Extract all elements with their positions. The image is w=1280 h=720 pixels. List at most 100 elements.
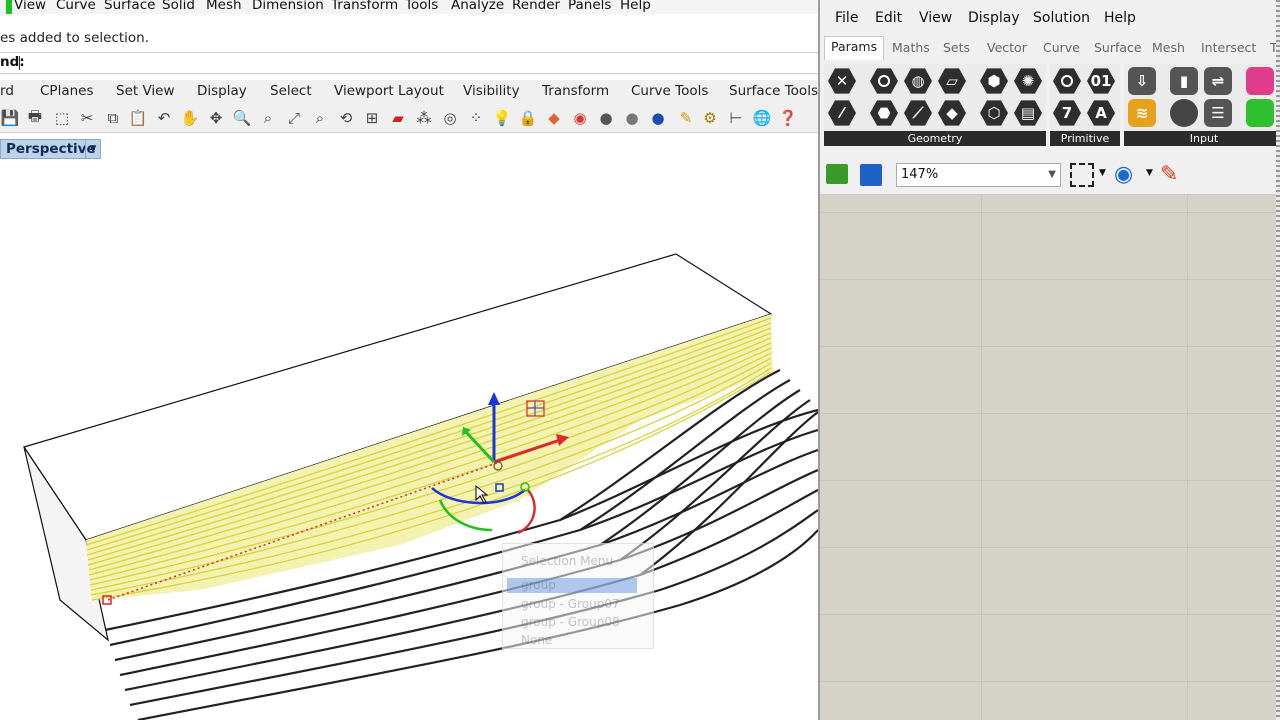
sketch-pen-icon[interactable]: ✎	[1160, 162, 1178, 187]
tab-curve-tools[interactable]: Curve Tools	[631, 83, 708, 99]
tab-vector[interactable]: Vector	[987, 40, 1027, 55]
tab-mesh[interactable]: Mesh	[1152, 40, 1185, 55]
gh-menu-file[interactable]: File	[835, 10, 858, 26]
gh-menu-edit[interactable]: Edit	[875, 10, 902, 26]
tab-surface[interactable]: Surface	[1094, 40, 1142, 55]
chevron-down-icon[interactable]: ▼	[1146, 168, 1153, 178]
tab-curve[interactable]: Curve	[1043, 40, 1080, 55]
chevron-down-icon[interactable]: ▼	[1099, 168, 1106, 178]
context-menu-item[interactable]: group - Group07	[521, 597, 620, 611]
tab-maths[interactable]: Maths	[892, 40, 930, 55]
globe-icon[interactable]: 🌐	[752, 108, 772, 128]
move-view-icon[interactable]: ✥	[206, 108, 226, 128]
param-surface-icon[interactable]: ▱	[938, 68, 966, 94]
four-viewports-icon[interactable]: ⊞	[362, 108, 382, 128]
tab-standard[interactable]: rd	[0, 83, 14, 99]
param-vector-icon[interactable]: ◆	[938, 100, 966, 126]
selection-context-menu[interactable]: Selection Menu group group - Group07 gro…	[502, 543, 654, 649]
points-icon[interactable]: ⁘	[466, 108, 486, 128]
button-icon[interactable]: ▮	[1170, 67, 1198, 95]
param-number-icon[interactable]: 7	[1053, 100, 1081, 126]
zoom-extents-icon[interactable]	[1070, 163, 1094, 187]
param-integer-icon[interactable]: 01	[1087, 68, 1115, 94]
menu-render[interactable]: Render	[512, 0, 560, 13]
zoom-extents-icon[interactable]: ⤢	[284, 108, 304, 128]
car-icon[interactable]: ▰	[388, 108, 408, 128]
menu-panels[interactable]: Panels	[568, 0, 611, 13]
gradient-icon[interactable]	[1246, 67, 1274, 95]
gh-canvas[interactable]	[820, 195, 1276, 720]
preview-eye-icon[interactable]: ◉	[1114, 162, 1133, 187]
copy-icon[interactable]: ⧉	[103, 108, 123, 128]
tab-set-view[interactable]: Set View	[116, 83, 175, 99]
menu-solid[interactable]: Solid	[162, 0, 195, 13]
matrix-icon[interactable]	[1246, 99, 1274, 127]
paste-icon[interactable]: 📋	[128, 108, 148, 128]
menu-mesh[interactable]: Mesh	[206, 0, 242, 13]
param-circle-icon[interactable]	[870, 68, 898, 94]
save-icon[interactable]	[860, 164, 882, 186]
viewport-tab-perspective[interactable]: Perspective ▼	[0, 139, 101, 159]
menu-tools[interactable]: Tools	[405, 0, 438, 13]
context-menu-item[interactable]: group - Group08	[521, 615, 620, 629]
tab-intersect[interactable]: Intersect	[1201, 40, 1256, 55]
menu-view[interactable]: View	[14, 0, 46, 13]
param-curve-icon[interactable]: ◍	[904, 68, 932, 94]
shaded-sphere-icon[interactable]: ●	[622, 108, 642, 128]
param-brep-icon[interactable]: ⬣	[870, 100, 898, 126]
tab-sets[interactable]: Sets	[943, 40, 970, 55]
material-sphere-icon[interactable]: ●	[596, 108, 616, 128]
command-prompt[interactable]: nd:	[0, 52, 818, 74]
menu-analyze[interactable]: Analyze	[451, 0, 504, 13]
param-box-icon[interactable]: ⬢	[980, 68, 1008, 94]
context-menu-item[interactable]: group	[521, 578, 556, 592]
tab-visibility[interactable]: Visibility	[463, 83, 520, 99]
param-point-icon[interactable]: ✕	[828, 68, 856, 94]
param-text-icon[interactable]: A	[1087, 100, 1115, 126]
undo-icon[interactable]: ↶	[154, 108, 174, 128]
options-gear-icon[interactable]: ⚙	[700, 108, 720, 128]
rotate-view-icon[interactable]: ⟲	[336, 108, 356, 128]
save-icon[interactable]: 💾	[0, 108, 20, 128]
gh-menu-display[interactable]: Display	[968, 10, 1020, 26]
dimension-icon[interactable]: ⊢	[726, 108, 746, 128]
gh-menu-solution[interactable]: Solution	[1033, 10, 1090, 26]
lock-icon[interactable]: 🔒	[518, 108, 538, 128]
graph-mapper-icon[interactable]: ≋	[1128, 99, 1156, 127]
ortho-icon[interactable]: ◎	[440, 108, 460, 128]
perspective-viewport[interactable]	[0, 160, 818, 720]
colour-swatch-icon[interactable]	[1170, 99, 1198, 127]
param-plane-icon[interactable]: ⟋	[904, 100, 932, 126]
param-boolean-icon[interactable]	[1053, 68, 1081, 94]
render-sphere-icon[interactable]: ●	[648, 108, 668, 128]
grid-snap-icon[interactable]: ⁂	[414, 108, 434, 128]
boolean-toggle-icon[interactable]: ⇩	[1128, 67, 1156, 95]
tab-surface-tools[interactable]: Surface Tools	[729, 83, 818, 99]
gh-menu-help[interactable]: Help	[1104, 10, 1136, 26]
zoom-window-icon[interactable]: ⌕	[258, 108, 278, 128]
number-slider-icon[interactable]: ⇌	[1204, 67, 1232, 95]
layer-icon[interactable]: ◆	[544, 108, 564, 128]
cut-icon[interactable]: ✂	[77, 108, 97, 128]
param-field-icon[interactable]: ▤	[1014, 100, 1042, 126]
param-geometry-icon[interactable]: ⬡	[980, 100, 1008, 126]
tab-select[interactable]: Select	[270, 83, 312, 99]
chevron-down-icon[interactable]: ▼	[85, 140, 100, 158]
zoom-icon[interactable]: 🔍	[232, 108, 252, 128]
light-bulb-icon[interactable]: 💡	[492, 108, 512, 128]
tab-viewport-layout[interactable]: Viewport Layout	[334, 83, 444, 99]
import-icon[interactable]: ⬚	[52, 108, 72, 128]
menu-curve[interactable]: Curve	[56, 0, 96, 13]
print-icon[interactable]: 🖶	[25, 107, 45, 128]
menu-transform[interactable]: Transform	[331, 0, 398, 13]
zoom-selected-icon[interactable]: ⌕	[310, 108, 330, 128]
open-folder-icon[interactable]	[826, 164, 848, 184]
zoom-select[interactable]: 147% ▼	[896, 163, 1061, 187]
help-icon[interactable]: ❓	[778, 108, 798, 128]
menu-help[interactable]: Help	[620, 0, 651, 13]
tab-cplanes[interactable]: CPlanes	[40, 83, 94, 99]
tab-transform[interactable]: Transform	[542, 83, 609, 99]
menu-surface[interactable]: Surface	[104, 0, 155, 13]
tab-params[interactable]: Params	[824, 36, 885, 61]
menu-dimension[interactable]: Dimension	[252, 0, 324, 13]
